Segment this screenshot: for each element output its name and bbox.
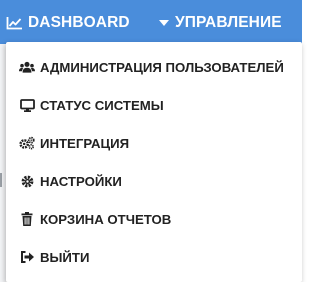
gear-icon <box>19 174 35 188</box>
menu-item-label: ВЫЙТИ <box>40 249 90 265</box>
menu-item-system-status[interactable]: СТАТУС СИСТЕМЫ <box>6 86 302 124</box>
menu-item-label: КОРЗИНА ОТЧЕТОВ <box>40 211 172 227</box>
menu-item-report-trash[interactable]: КОРЗИНА ОТЧЕТОВ <box>6 200 302 238</box>
nav-manage-dropdown[interactable]: УПРАВЛЕНИЕ <box>159 12 282 34</box>
nav-dashboard[interactable]: DASHBOARD <box>6 12 130 34</box>
line-chart-icon <box>6 16 28 30</box>
trash-icon <box>19 212 35 226</box>
nav-dashboard-label: DASHBOARD <box>28 14 130 31</box>
caret-down-icon <box>159 19 175 27</box>
menu-item-label: НАСТРОЙКИ <box>40 173 122 189</box>
desktop-icon <box>19 98 35 112</box>
manage-dropdown-menu: АДМИНИСТРАЦИЯ ПОЛЬЗОВАТЕЛЕЙ СТАТУС СИСТЕ… <box>6 42 302 282</box>
nav-manage-label: УПРАВЛЕНИЕ <box>175 14 282 31</box>
menu-item-settings[interactable]: НАСТРОЙКИ <box>6 162 302 200</box>
page-edge-mark <box>0 173 2 187</box>
menu-item-user-admin[interactable]: АДМИНИСТРАЦИЯ ПОЛЬЗОВАТЕЛЕЙ <box>6 48 302 86</box>
top-navbar: DASHBOARD УПРАВЛЕНИЕ <box>0 0 302 44</box>
users-icon <box>19 60 35 74</box>
sign-out-icon <box>19 250 35 264</box>
menu-item-logout[interactable]: ВЫЙТИ <box>6 238 302 276</box>
menu-item-label: СТАТУС СИСТЕМЫ <box>40 97 164 113</box>
menu-item-label: АДМИНИСТРАЦИЯ ПОЛЬЗОВАТЕЛЕЙ <box>40 59 284 75</box>
menu-item-integration[interactable]: ИНТЕГРАЦИЯ <box>6 124 302 162</box>
menu-item-label: ИНТЕГРАЦИЯ <box>40 135 130 151</box>
cogs-icon <box>19 136 35 150</box>
